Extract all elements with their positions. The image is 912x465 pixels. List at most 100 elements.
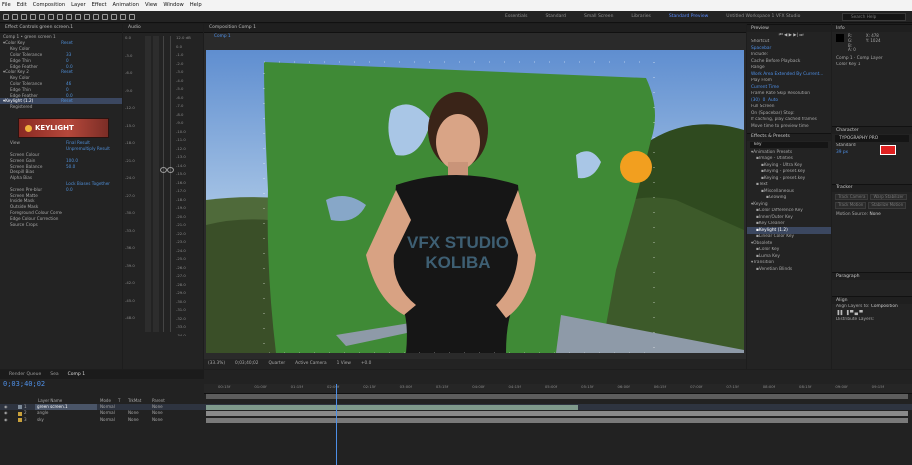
brush-tool-icon[interactable] [93,13,99,20]
workspace-tab[interactable]: Standard Preview [669,14,708,19]
range-dropdown[interactable]: Work Area Extended By Current... [747,71,831,78]
visibility-eye-icon[interactable]: ◉ [4,417,8,423]
effects-preset-item[interactable]: ▪ Venetian Blinds [747,266,831,273]
timeline-tab[interactable]: Sea [50,372,58,377]
zoom-tool-icon[interactable] [30,13,36,20]
layer-duration-bar[interactable] [206,404,579,410]
puppet-tool-icon[interactable] [129,13,135,20]
menu-item[interactable]: Composition [33,2,65,8]
menu-item[interactable]: Edit [17,2,27,8]
effect-property-row[interactable]: Source Crops [0,221,122,227]
layer-color-label[interactable] [18,418,22,422]
viewer-control[interactable]: +0.0 [361,361,371,366]
audio-slider-right[interactable] [167,167,174,173]
visibility-eye-icon[interactable]: ◉ [4,410,8,416]
layer-parent[interactable]: None [152,410,163,416]
move-time-checkbox[interactable]: Move time to preview time [747,123,831,130]
effect-controls-tab[interactable]: Effect Controls green screen.1 [0,24,122,33]
rotation-tool-icon[interactable] [39,13,45,20]
layer-name[interactable]: angle [35,410,97,417]
menu-item[interactable]: File [2,2,11,8]
property-value[interactable]: 0.0 [66,93,73,98]
layer-name[interactable]: sky [35,417,97,423]
composition-tab[interactable]: Composition Comp 1 [204,24,746,33]
property-value[interactable]: Unpremultiply Result [66,146,110,151]
workspace-tab[interactable]: Standard [546,14,566,19]
pan-behind-tool-icon[interactable] [57,13,63,20]
timeline-layer-row[interactable]: ◉ 3 sky Normal None None [0,417,912,423]
menu-item[interactable]: Window [163,2,183,8]
viewer-control[interactable]: (33.3%) [208,361,225,366]
type-tool-icon[interactable] [84,13,90,20]
timeline-layer-row[interactable]: ◉ 2 angle Normal None None [0,410,912,417]
property-value[interactable]: Final Result [66,140,90,145]
visibility-eye-icon[interactable]: ◉ [4,404,8,410]
property-value[interactable]: Lock Biases Together [66,181,110,186]
property-value[interactable]: Reset [61,69,73,74]
rectangle-tool-icon[interactable] [66,13,72,20]
layer-color-label[interactable] [18,405,22,409]
effect-property-row[interactable]: Registered [0,104,122,110]
layer-duration-bar[interactable] [206,417,908,423]
tracker-button[interactable]: Track Motion [835,202,867,210]
layer-trkmat[interactable]: None [128,417,139,423]
layer-duration-bar[interactable] [206,411,908,416]
layer-trkmat[interactable]: None [128,410,139,416]
audio-tab[interactable]: Audio [123,24,203,33]
menu-item[interactable]: Effect [92,2,107,8]
selection-tool-icon[interactable] [12,13,18,20]
composition-viewer[interactable]: VFX STUDIO KOLIBA [206,50,744,353]
property-value[interactable]: 33 [66,52,71,57]
playhead[interactable] [335,384,337,465]
property-value[interactable]: 0.0 [66,187,73,192]
layer-parent[interactable]: None [152,417,163,423]
property-value[interactable]: 50.0 [66,164,75,169]
property-value[interactable]: Reset [61,98,73,103]
eraser-tool-icon[interactable] [111,13,117,20]
viewer-control[interactable]: 1 View [337,361,351,366]
time-ruler[interactable]: 00:15f 01:00f 01:15f 02:00f 02:15f 03:00f 03:1… [204,384,912,394]
menu-item[interactable]: Animation [113,2,139,8]
font-family-dropdown[interactable]: TYPOGRAPHY PRO [835,135,909,142]
work-area-bar[interactable] [206,394,908,399]
align-to-value[interactable]: Composition [871,304,898,309]
current-timecode[interactable]: 0;03;40;02 [3,380,45,388]
layer-mode[interactable]: Normal [100,410,115,416]
workspace-tab[interactable]: Libraries [631,14,650,19]
pen-tool-icon[interactable] [75,13,81,20]
viewer-control[interactable]: 0;03;40;02 [235,361,258,366]
layer-mode[interactable]: Normal [100,404,115,410]
workspace-tab[interactable]: Small Screen [584,14,613,19]
fill-color-swatch[interactable] [880,145,896,155]
property-value[interactable]: 100.0 [66,158,78,163]
timeline-tab[interactable]: Comp 1 [68,372,85,377]
tracker-button[interactable]: Warp Stabilizer [870,193,907,201]
layer-mode[interactable]: Normal [100,417,115,423]
hand-tool-icon[interactable] [21,13,27,20]
clone-stamp-tool-icon[interactable] [102,13,108,20]
layer-color-label[interactable] [18,411,22,416]
property-value[interactable]: 0 [66,87,69,92]
menu-item[interactable]: Help [190,2,202,8]
home-icon[interactable] [3,13,9,20]
property-value[interactable]: 0 [66,58,69,63]
workspace-tab[interactable]: Untitled Workspace 1 VFX Studio [726,14,800,19]
timeline-tab[interactable]: Render Queue [9,372,41,377]
audio-slider-left[interactable] [160,167,167,173]
effects-search-input[interactable]: key [750,141,828,148]
search-help-input[interactable]: Search Help [842,13,906,21]
tracker-button[interactable]: Stabilize Motion [868,202,907,210]
menu-item[interactable]: View [145,2,157,8]
roto-brush-tool-icon[interactable] [120,13,126,20]
workspace-tab[interactable]: Essentials [505,14,528,19]
property-value[interactable]: 46 [66,81,71,86]
property-value[interactable]: 0.0 [66,64,73,69]
menu-item[interactable]: Layer [71,2,85,8]
viewer-control[interactable]: Quarter [269,361,286,366]
motion-source-value[interactable]: None [870,212,881,217]
layer-parent[interactable]: None [152,404,163,410]
property-value[interactable]: Reset [61,40,73,45]
tracker-button[interactable]: Track Camera [835,193,869,201]
camera-tool-icon[interactable] [48,13,54,20]
viewer-control[interactable]: Active Camera [295,361,327,366]
